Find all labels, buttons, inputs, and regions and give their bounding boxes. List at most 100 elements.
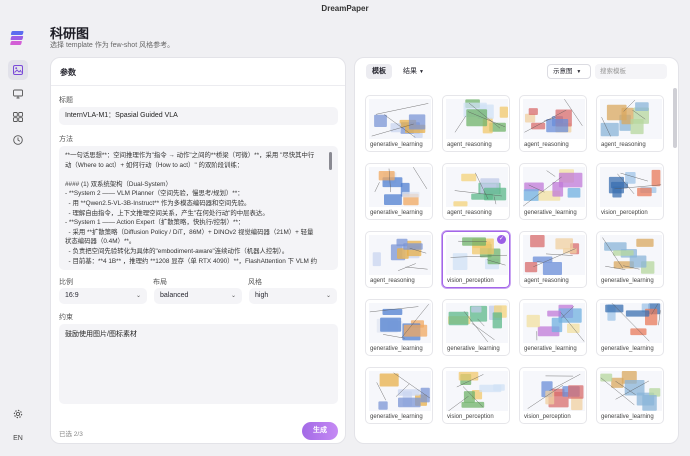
template-caption: generative_learning bbox=[370, 346, 423, 352]
template-card[interactable]: vision_perception bbox=[596, 163, 664, 220]
style-label: 风格 bbox=[248, 279, 262, 286]
template-card[interactable]: vision_perception bbox=[442, 367, 510, 424]
template-caption: agent_reasoning bbox=[447, 142, 492, 148]
method-line: #### (1) 双系统架构（Dual-System） bbox=[65, 180, 172, 188]
ratio-label: 比例 bbox=[59, 279, 73, 286]
template-caption: vision_perception bbox=[601, 210, 648, 216]
settings-gear-icon[interactable] bbox=[8, 404, 28, 424]
template-card[interactable]: generative_learning bbox=[596, 367, 664, 424]
template-caption: generative_learning bbox=[370, 414, 423, 420]
nav-history-icon[interactable] bbox=[8, 130, 28, 150]
template-gallery-panel: 模板 结果 ▼ 示意图 ▼ 搜索模板 generative_learningag… bbox=[354, 57, 679, 444]
template-caption: vision_perception bbox=[524, 414, 571, 420]
template-card[interactable]: agent_reasoning bbox=[596, 95, 664, 152]
template-card[interactable]: agent_reasoning bbox=[442, 163, 510, 220]
template-thumbnail bbox=[600, 371, 662, 411]
template-caption: agent_reasoning bbox=[447, 210, 492, 216]
template-thumbnail bbox=[446, 167, 508, 207]
template-thumbnail bbox=[600, 167, 662, 207]
params-header: 参数 bbox=[51, 58, 345, 86]
template-card[interactable]: generative_learning bbox=[596, 231, 664, 288]
method-line bbox=[65, 170, 324, 180]
template-card[interactable]: generative_learning bbox=[365, 163, 433, 220]
nav-grid-icon[interactable] bbox=[8, 107, 28, 127]
method-label: 方法 bbox=[59, 136, 73, 143]
template-thumbnail bbox=[600, 303, 662, 343]
template-caption: generative_learning bbox=[601, 414, 654, 420]
method-line: - **System 2 —— VLM Planner（空间先验，慢思考/规划）… bbox=[65, 190, 244, 198]
template-card[interactable]: agent_reasoning bbox=[365, 231, 433, 288]
template-caption: agent_reasoning bbox=[601, 142, 646, 148]
template-card[interactable]: generative_learning bbox=[519, 299, 587, 356]
template-caption: generative_learning bbox=[370, 142, 423, 148]
sort-select[interactable]: 示意图 ▼ bbox=[547, 64, 591, 79]
check-icon: ✓ bbox=[497, 235, 506, 244]
template-thumbnail bbox=[369, 371, 431, 411]
template-card[interactable]: generative_learning bbox=[442, 299, 510, 356]
tab-template[interactable]: 模板 bbox=[366, 64, 392, 79]
layout-select[interactable]: balanced ⌄ bbox=[154, 288, 242, 304]
page-subtitle: 选择 template 作为 few-shot 风格参考。 bbox=[50, 42, 175, 49]
nav-rail: EN bbox=[0, 20, 36, 456]
tab-results[interactable]: 结果 ▼ bbox=[397, 64, 430, 79]
template-card[interactable]: generative_learning bbox=[596, 299, 664, 356]
template-caption: generative_learning bbox=[601, 346, 654, 352]
method-scrollbar[interactable] bbox=[328, 150, 333, 264]
template-thumbnail bbox=[446, 371, 508, 411]
language-toggle[interactable]: EN bbox=[0, 435, 36, 442]
params-heading: 参数 bbox=[60, 68, 76, 77]
template-caption: generative_learning bbox=[447, 346, 500, 352]
gallery-scrollbar[interactable] bbox=[673, 88, 677, 148]
template-card[interactable]: agent_reasoning bbox=[519, 231, 587, 288]
ratio-select[interactable]: 16:9 ⌄ bbox=[59, 288, 147, 304]
nav-monitor-icon[interactable] bbox=[8, 84, 28, 104]
template-caption: agent_reasoning bbox=[524, 278, 569, 284]
template-caption: vision_perception bbox=[447, 278, 494, 284]
chevron-down-icon: ⌄ bbox=[135, 293, 141, 299]
template-caption: agent_reasoning bbox=[370, 278, 415, 284]
layout-value: balanced bbox=[160, 292, 189, 299]
style-value: high bbox=[255, 292, 269, 299]
template-card[interactable]: generative_learning bbox=[365, 299, 433, 356]
template-card[interactable]: generative_learning bbox=[365, 95, 433, 152]
template-thumbnail bbox=[600, 99, 662, 139]
selection-status: 已选 2/3 bbox=[59, 431, 83, 438]
chevron-down-icon: ▼ bbox=[418, 69, 424, 75]
template-caption: generative_learning bbox=[370, 210, 423, 216]
template-thumbnail bbox=[523, 371, 585, 411]
template-thumbnail bbox=[369, 303, 431, 343]
title-input[interactable]: InternVLA-M1：Spasial Guided VLA bbox=[59, 107, 338, 125]
chevron-down-icon: ⌄ bbox=[325, 293, 331, 299]
template-thumbnail bbox=[369, 235, 431, 275]
template-caption: agent_reasoning bbox=[524, 142, 569, 148]
style-select[interactable]: high ⌄ bbox=[249, 288, 337, 304]
template-caption: generative_learning bbox=[524, 346, 577, 352]
params-panel: 参数 标题 InternVLA-M1：Spasial Guided VLA 方法… bbox=[50, 57, 346, 444]
method-line: 动（Where to act）+ 如何行动（How to act）" 的双阶段训… bbox=[65, 161, 244, 169]
constraint-textarea[interactable]: 鼓励使用图片/图标素材 bbox=[59, 324, 338, 404]
template-card[interactable]: vision_perception ✓ bbox=[442, 231, 510, 288]
template-card[interactable]: generative_learning bbox=[519, 163, 587, 220]
method-scroll-thumb[interactable] bbox=[329, 152, 332, 170]
template-thumbnail bbox=[369, 99, 431, 139]
template-card[interactable]: vision_perception bbox=[519, 367, 587, 424]
method-textarea[interactable]: **一句话思想**：空间推理作为"指令 → 动作"之间的**桥梁（可微）**，采… bbox=[59, 146, 338, 270]
app-logo-icon bbox=[10, 31, 24, 45]
generate-button[interactable]: 生成 bbox=[302, 422, 338, 440]
template-search-input[interactable]: 搜索模板 bbox=[595, 64, 667, 79]
ratio-value: 16:9 bbox=[65, 292, 79, 299]
method-line: - **System 1 —— Action Expert（扩散策略，快执行/控… bbox=[65, 219, 245, 227]
title-bar: DreamPaper bbox=[0, 0, 690, 20]
method-line: - 目前基：**4 1B** ，推理约 **1208 显存（单 RTX 4090… bbox=[65, 257, 318, 265]
template-thumbnail bbox=[600, 235, 662, 275]
template-thumbnail bbox=[446, 303, 508, 343]
template-card[interactable]: generative_learning bbox=[365, 367, 433, 424]
method-line: **一句话思想**：空间推理作为"指令 → 动作"之间的**桥梁（可微）**，采… bbox=[65, 152, 315, 159]
template-card[interactable]: agent_reasoning bbox=[442, 95, 510, 152]
method-line: - 用 **Qwen2.5-VL-3B-Instruct** 作为多模态编码器和… bbox=[65, 199, 251, 207]
sort-value: 示意图 bbox=[553, 68, 573, 75]
template-thumbnail bbox=[523, 99, 585, 139]
template-card[interactable]: agent_reasoning bbox=[519, 95, 587, 152]
nav-image-icon[interactable] bbox=[8, 60, 28, 80]
constraint-label: 约束 bbox=[59, 314, 73, 321]
